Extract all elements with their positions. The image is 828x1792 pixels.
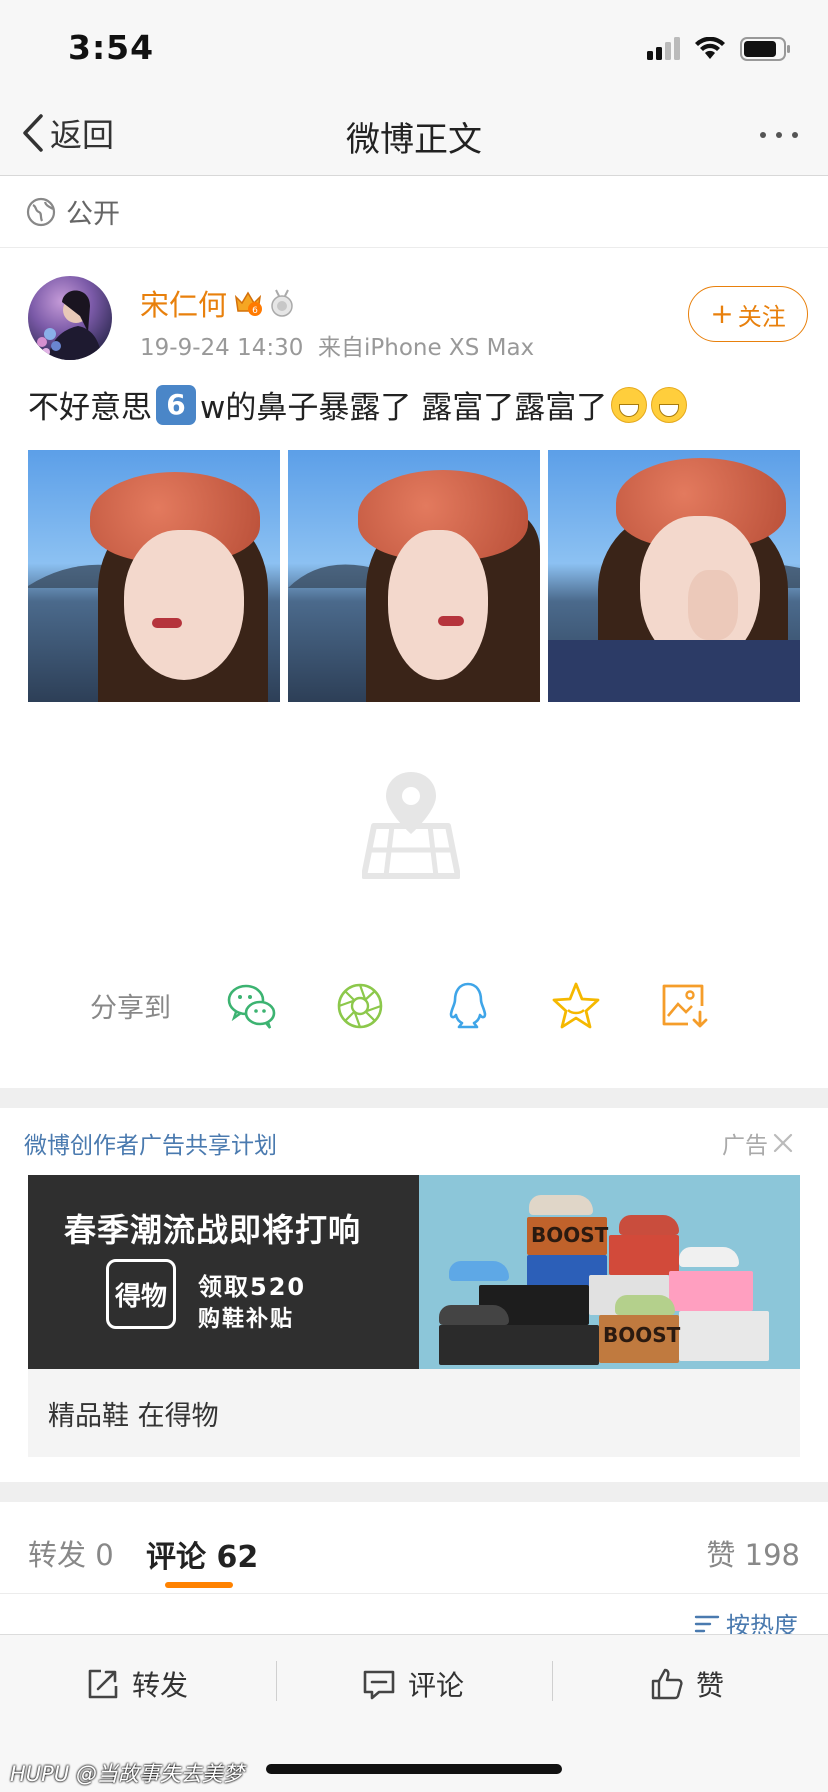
more-dot-icon bbox=[776, 132, 782, 138]
like-button[interactable]: 赞 bbox=[650, 1659, 724, 1709]
battery-icon bbox=[740, 37, 790, 61]
close-icon[interactable] bbox=[772, 1132, 794, 1154]
ad-brand-logo: 得物 bbox=[106, 1259, 176, 1329]
tab-reposts-label: 转发 bbox=[28, 1538, 87, 1572]
tab-comments[interactable]: 评论 62 bbox=[146, 1532, 258, 1576]
post-text-prefix: 不好意思 bbox=[28, 390, 152, 426]
star-favorite-icon[interactable] bbox=[550, 980, 602, 1032]
tab-comments-count: 62 bbox=[216, 1540, 259, 1575]
wechat-icon[interactable] bbox=[226, 980, 278, 1032]
comment-button[interactable]: 评论 bbox=[362, 1659, 464, 1709]
post-photo-2[interactable] bbox=[288, 450, 540, 702]
follow-label: 关注 bbox=[737, 302, 786, 331]
divider bbox=[552, 1661, 553, 1701]
more-options-button[interactable] bbox=[760, 132, 798, 138]
section-divider bbox=[0, 1088, 828, 1108]
more-dot-icon bbox=[792, 132, 798, 138]
privacy-row: 公开 bbox=[0, 176, 828, 248]
author-name[interactable]: 宋仁何 6 bbox=[140, 282, 295, 324]
ad-program-link[interactable]: 微博创作者广告共享计划 bbox=[24, 1126, 277, 1160]
avatar[interactable] bbox=[28, 276, 112, 360]
moments-icon[interactable] bbox=[334, 980, 386, 1032]
tab-likes-count: 198 bbox=[744, 1538, 800, 1572]
avatar-image bbox=[37, 290, 102, 360]
watermark-brand: HUPU bbox=[10, 1762, 70, 1786]
post-meta: 19-9-24 14:30 来自iPhone XS Max bbox=[140, 328, 534, 362]
active-tab-indicator bbox=[165, 1582, 233, 1588]
post-text: 不好意思 6 w的鼻子暴露了 露富了露富了 bbox=[28, 382, 688, 427]
ad-banner[interactable]: 春季潮流战即将打响 得物 领取520 购鞋补贴 BOOST BOOST bbox=[28, 1175, 800, 1369]
like-label: 赞 bbox=[696, 1669, 725, 1702]
author-header: 宋仁何 6 19-9-24 14:30 来自iPhone XS Max + 关注 bbox=[28, 276, 808, 366]
grin-emoji-icon bbox=[611, 386, 648, 423]
tab-reposts-count: 0 bbox=[95, 1538, 114, 1572]
vip-crown-icon: 6 bbox=[234, 291, 263, 316]
share-out-icon bbox=[88, 1669, 118, 1699]
tab-reposts[interactable]: 转发 0 bbox=[28, 1532, 114, 1574]
page-title: 微博正文 bbox=[346, 120, 482, 160]
sort-icon bbox=[694, 1615, 720, 1632]
ad-sneaker-image: BOOST BOOST bbox=[419, 1175, 800, 1369]
photo-grid bbox=[28, 450, 800, 702]
privacy-label: 公开 bbox=[66, 199, 120, 230]
cellular-signal-icon bbox=[647, 37, 680, 60]
status-time: 3:54 bbox=[68, 28, 155, 67]
ad-caption[interactable]: 精品鞋 在得物 bbox=[28, 1369, 800, 1457]
share-label: 分享到 bbox=[90, 993, 171, 1024]
share-row: 分享到 bbox=[0, 960, 828, 1050]
nav-bar: 返回 微博正文 bbox=[0, 96, 828, 176]
box-label-top: BOOST bbox=[531, 1223, 609, 1247]
author-name-text: 宋仁何 bbox=[140, 288, 228, 322]
home-indicator[interactable] bbox=[266, 1764, 562, 1774]
repost-label: 转发 bbox=[132, 1669, 189, 1702]
svg-text:6: 6 bbox=[252, 306, 258, 316]
comment-label: 评论 bbox=[408, 1669, 465, 1702]
post-photo-3[interactable] bbox=[548, 450, 800, 702]
watermark-handle: @当故事失去美梦 bbox=[75, 1762, 244, 1786]
ad-offer-line1: 领取520 bbox=[198, 1273, 307, 1301]
box-label-bottom: BOOST bbox=[603, 1323, 681, 1347]
tab-likes[interactable]: 赞 198 bbox=[706, 1532, 800, 1574]
keycap-six-emoji: 6 bbox=[156, 384, 196, 425]
ad-headline: 春季潮流战即将打响 bbox=[64, 1211, 362, 1249]
interaction-tabs: 转发 0 评论 62 赞 198 bbox=[0, 1504, 828, 1594]
comment-icon bbox=[363, 1670, 395, 1700]
medal-badge-icon bbox=[271, 289, 293, 317]
repost-button[interactable]: 转发 bbox=[86, 1659, 188, 1709]
follow-button[interactable]: + 关注 bbox=[688, 286, 808, 342]
thumbs-up-icon bbox=[651, 1668, 683, 1700]
ad-tag[interactable]: 广告 bbox=[722, 1126, 794, 1160]
ad-offer-line2: 购鞋补贴 bbox=[198, 1307, 295, 1332]
divider bbox=[276, 1661, 277, 1701]
save-image-icon[interactable] bbox=[658, 980, 710, 1032]
post-date: 19-9-24 14:30 bbox=[140, 335, 304, 361]
wifi-icon bbox=[695, 37, 725, 59]
plus-icon: + bbox=[710, 297, 734, 330]
watermark: HUPU @当故事失去美梦 bbox=[10, 1758, 244, 1788]
tab-likes-label: 赞 bbox=[706, 1538, 736, 1572]
section-divider bbox=[0, 1482, 828, 1502]
post-photo-1[interactable] bbox=[28, 450, 280, 702]
location-placeholder-icon bbox=[362, 772, 460, 879]
tab-comments-label: 评论 bbox=[146, 1540, 206, 1575]
more-dot-icon bbox=[760, 132, 766, 138]
post-text-main: w的鼻子暴露了 露富了露富了 bbox=[200, 390, 608, 426]
globe-icon bbox=[26, 197, 56, 226]
qq-icon[interactable] bbox=[442, 980, 494, 1032]
ad-tag-label: 广告 bbox=[722, 1133, 768, 1159]
status-bar: 3:54 bbox=[0, 0, 828, 96]
ad-banner-left: 春季潮流战即将打响 得物 领取520 购鞋补贴 bbox=[28, 1175, 419, 1369]
status-icons bbox=[646, 36, 792, 62]
grin-emoji-icon bbox=[651, 386, 688, 423]
post-source: 来自iPhone XS Max bbox=[317, 335, 535, 361]
